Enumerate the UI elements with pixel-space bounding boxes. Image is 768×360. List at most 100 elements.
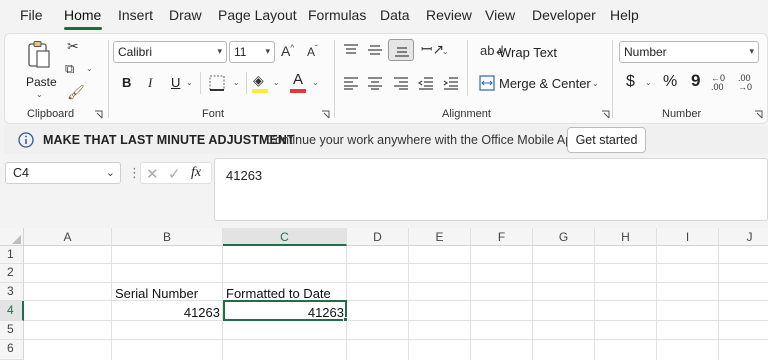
info-icon xyxy=(18,132,34,148)
column-header-b[interactable]: B xyxy=(112,228,223,246)
top-align-icon[interactable] xyxy=(343,43,359,57)
font-size-select[interactable]: 11 ▾ xyxy=(229,41,275,63)
borders-dropdown-icon[interactable]: ⌄ xyxy=(233,78,240,87)
separator xyxy=(246,72,247,94)
underline-dropdown-icon[interactable]: ⌄ xyxy=(186,78,193,87)
column-header-h[interactable]: H xyxy=(595,228,657,246)
font-name-select[interactable]: Calibri ▾ xyxy=(113,41,227,63)
tab-help[interactable]: Help xyxy=(610,7,639,23)
increase-decimal-icon[interactable]: ←0.00 xyxy=(711,74,725,92)
column-header-c[interactable]: C xyxy=(223,228,347,246)
merge-center-dropdown-icon[interactable]: ⌄ xyxy=(592,79,599,88)
column-header-g[interactable]: G xyxy=(533,228,595,246)
paste-button[interactable]: Paste ⌄ xyxy=(21,38,57,99)
italic-button[interactable]: I xyxy=(148,75,152,91)
tab-data[interactable]: Data xyxy=(380,7,410,23)
font-color-dropdown-icon[interactable]: ⌄ xyxy=(312,78,319,87)
number-launcher-icon[interactable] xyxy=(754,110,763,119)
decrease-decimal-icon[interactable]: .00 →0 xyxy=(738,74,752,92)
merge-center-icon[interactable] xyxy=(479,75,495,91)
row-header-6[interactable]: 6 xyxy=(0,340,24,360)
formula-actions: ✕ ✓ fx xyxy=(140,162,212,184)
percent-button[interactable]: % xyxy=(663,73,677,91)
font-launcher-icon[interactable] xyxy=(321,110,330,119)
insert-function-icon[interactable]: fx xyxy=(191,165,201,181)
comma-style-button[interactable]: 9 xyxy=(691,71,700,91)
number-group-label: Number xyxy=(662,108,702,120)
increase-font-size-icon[interactable]: A^ xyxy=(281,44,294,58)
decrease-indent-icon[interactable] xyxy=(418,76,434,90)
increase-indent-icon[interactable] xyxy=(443,76,459,90)
column-header-e[interactable]: E xyxy=(409,228,471,246)
font-name-value: Calibri xyxy=(118,45,153,59)
currency-button[interactable]: $ xyxy=(626,73,635,91)
ribbon: Paste ⌄ ✂ ⧉ ⌄ 🖌 Clipboard Calibri ▾ 11 ▾… xyxy=(4,33,768,124)
tab-review[interactable]: Review xyxy=(426,7,472,23)
formula-input[interactable]: 41263 xyxy=(214,158,768,221)
column-header-i[interactable]: I xyxy=(657,228,719,246)
cancel-icon[interactable]: ✕ xyxy=(146,165,159,183)
cell-b4[interactable]: 41263 xyxy=(112,305,220,320)
borders-icon[interactable] xyxy=(208,74,228,92)
row-header-2[interactable]: 2 xyxy=(0,264,24,283)
align-right-icon[interactable] xyxy=(393,76,409,90)
underline-button[interactable]: U xyxy=(171,75,180,90)
bottom-align-icon xyxy=(395,47,409,57)
orientation-dropdown-icon[interactable]: ⌄ xyxy=(442,47,449,56)
column-header-a[interactable]: A xyxy=(24,228,112,246)
row-header-4[interactable]: 4 xyxy=(0,301,24,321)
fill-color-dropdown-icon[interactable]: ⌄ xyxy=(273,78,280,87)
row-header-5[interactable]: 5 xyxy=(0,321,24,340)
cut-icon[interactable]: ✂ xyxy=(67,39,79,53)
clipboard-group-label: Clipboard xyxy=(27,108,75,120)
gridline xyxy=(24,282,768,283)
merge-center-button[interactable]: Merge & Center xyxy=(499,76,591,91)
tab-formulas[interactable]: Formulas xyxy=(308,7,366,23)
bottom-align-button[interactable] xyxy=(388,39,414,61)
cell-b3[interactable]: Serial Number xyxy=(115,286,198,301)
row-header-3[interactable]: 3 xyxy=(0,283,24,301)
separator xyxy=(108,40,109,118)
fill-handle[interactable] xyxy=(343,317,348,322)
enter-icon[interactable]: ✓ xyxy=(168,165,181,183)
copy-icon[interactable]: ⧉ xyxy=(65,62,74,75)
font-group-label: Font xyxy=(202,108,225,120)
cell-c3[interactable]: Formatted to Date xyxy=(226,286,331,301)
column-header-f[interactable]: F xyxy=(471,228,533,246)
chevron-down-icon: ▾ xyxy=(749,46,754,56)
wrap-text-button[interactable]: Wrap Text xyxy=(499,45,557,60)
message-text: Continue your work anywhere with the Off… xyxy=(266,133,580,147)
tab-home[interactable]: Home xyxy=(64,7,101,23)
currency-dropdown-icon[interactable]: ⌄ xyxy=(645,78,652,87)
align-left-icon[interactable] xyxy=(343,76,359,90)
clipboard-launcher-icon[interactable] xyxy=(94,110,103,119)
tab-page-layout[interactable]: Page Layout xyxy=(218,7,297,23)
font-color-icon[interactable]: A xyxy=(293,71,303,88)
tab-view[interactable]: View xyxy=(485,7,515,23)
column-header-d[interactable]: D xyxy=(347,228,409,246)
alignment-group-label: Alignment xyxy=(442,108,491,120)
chevron-down-icon: ▾ xyxy=(217,46,222,56)
orientation-icon[interactable]: ꟷ↗ xyxy=(421,42,444,56)
tab-draw[interactable]: Draw xyxy=(169,7,202,23)
number-format-select[interactable]: Number ▾ xyxy=(619,41,759,63)
paste-dropdown-icon[interactable]: ⌄ xyxy=(36,90,43,99)
bold-button[interactable]: B xyxy=(122,75,131,90)
fill-color-icon[interactable]: ◈ xyxy=(253,73,264,87)
select-all-corner[interactable] xyxy=(0,228,24,246)
get-started-button[interactable]: Get started xyxy=(567,127,646,153)
format-painter-icon[interactable]: 🖌 xyxy=(67,85,85,99)
gridline xyxy=(24,339,768,340)
copy-dropdown-icon[interactable]: ⌄ xyxy=(86,64,93,73)
message-title: MAKE THAT LAST MINUTE ADJUSTMENT xyxy=(43,133,295,147)
alignment-launcher-icon[interactable] xyxy=(601,110,610,119)
align-center-icon[interactable] xyxy=(367,76,383,90)
middle-align-icon[interactable] xyxy=(367,43,383,57)
tab-file[interactable]: File xyxy=(20,7,43,23)
tab-insert[interactable]: Insert xyxy=(118,7,153,23)
tab-developer[interactable]: Developer xyxy=(532,7,596,23)
name-box[interactable]: C4 ⌄ xyxy=(5,162,121,184)
decrease-font-size-icon[interactable]: Aˇ xyxy=(307,45,318,59)
column-header-j[interactable]: J xyxy=(719,228,768,246)
row-header-1[interactable]: 1 xyxy=(0,246,24,264)
